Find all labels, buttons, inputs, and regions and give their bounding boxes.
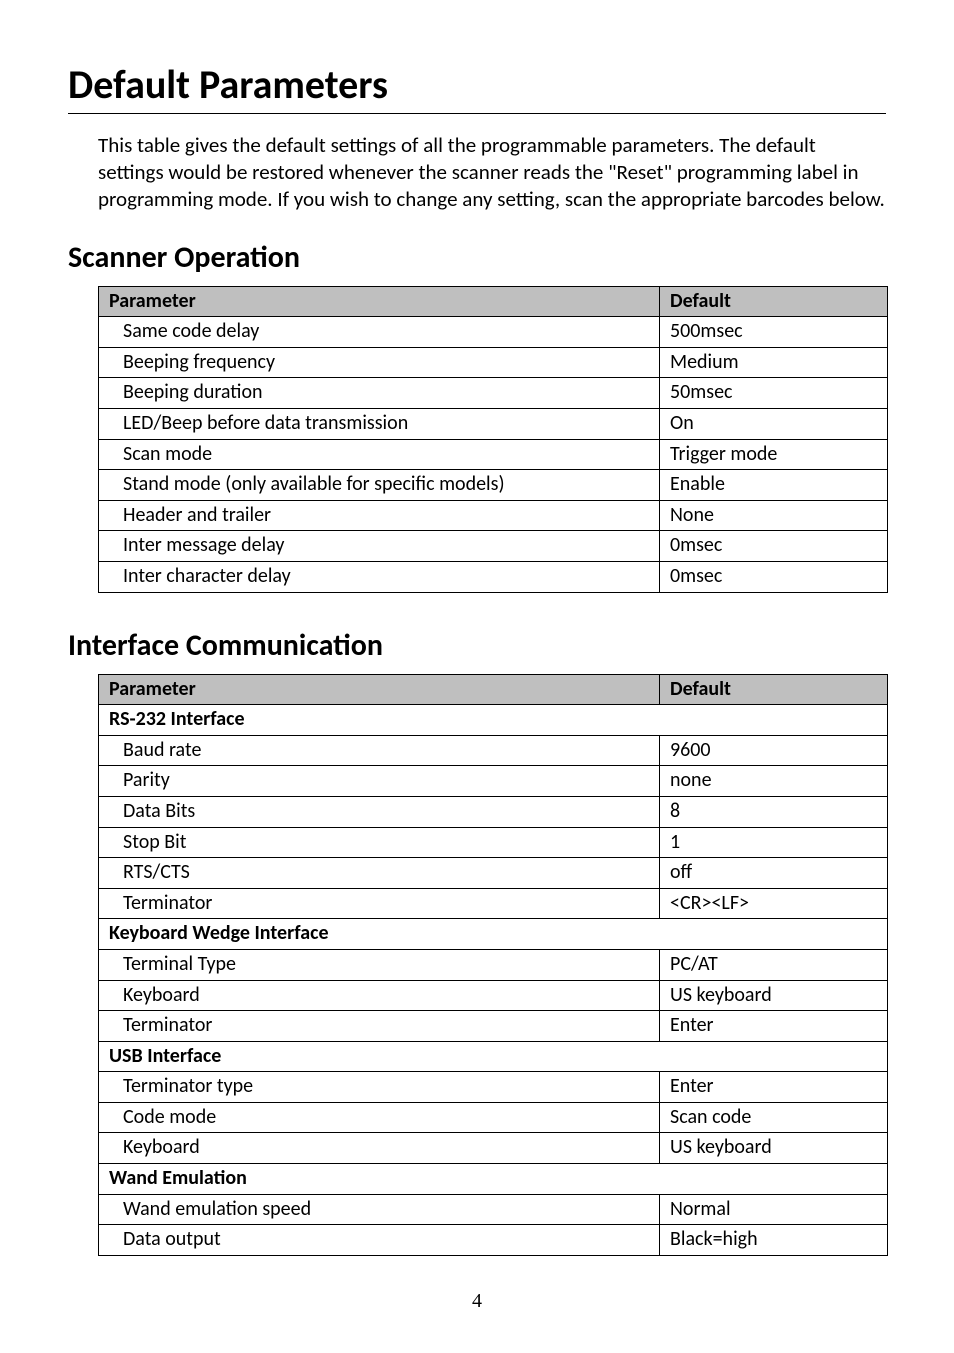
table-row: KeyboardUS keyboard bbox=[99, 1133, 888, 1164]
cell-default: 0msec bbox=[660, 531, 888, 562]
table-row: Same code delay500msec bbox=[99, 317, 888, 348]
table-interface-communication: Parameter Default RS-232 InterfaceBaud r… bbox=[98, 674, 888, 1256]
cell-parameter: Keyboard bbox=[99, 1133, 660, 1164]
table-row: Scan modeTrigger mode bbox=[99, 439, 888, 470]
table-row: Code modeScan code bbox=[99, 1102, 888, 1133]
cell-parameter: Keyboard bbox=[99, 980, 660, 1011]
cell-default: Medium bbox=[660, 347, 888, 378]
cell-parameter: Data Bits bbox=[99, 796, 660, 827]
cell-parameter: Same code delay bbox=[99, 317, 660, 348]
table-row: Terminal TypePC/AT bbox=[99, 949, 888, 980]
cell-default: PC/AT bbox=[660, 949, 888, 980]
cell-default: Enable bbox=[660, 470, 888, 501]
cell-parameter: Header and trailer bbox=[99, 500, 660, 531]
cell-parameter: Terminal Type bbox=[99, 949, 660, 980]
table-row: LED/Beep before data transmissionOn bbox=[99, 409, 888, 440]
cell-parameter: Inter message delay bbox=[99, 531, 660, 562]
table-row: KeyboardUS keyboard bbox=[99, 980, 888, 1011]
cell-parameter: Beeping frequency bbox=[99, 347, 660, 378]
cell-default: 1 bbox=[660, 827, 888, 858]
table-row: Data Bits8 bbox=[99, 796, 888, 827]
table-subheading: Wand Emulation bbox=[99, 1164, 888, 1195]
col-header-default: Default bbox=[660, 286, 888, 317]
cell-default: Enter bbox=[660, 1011, 888, 1042]
document-page: Default Parameters This table gives the … bbox=[0, 0, 954, 1353]
cell-default: US keyboard bbox=[660, 980, 888, 1011]
cell-default: Trigger mode bbox=[660, 439, 888, 470]
table-row: Data outputBlack=high bbox=[99, 1225, 888, 1256]
cell-parameter: Data output bbox=[99, 1225, 660, 1256]
table-row: Inter message delay0msec bbox=[99, 531, 888, 562]
cell-default: Scan code bbox=[660, 1102, 888, 1133]
cell-default: 50msec bbox=[660, 378, 888, 409]
cell-default: 8 bbox=[660, 796, 888, 827]
cell-default: 0msec bbox=[660, 561, 888, 592]
cell-parameter: Parity bbox=[99, 766, 660, 797]
intro-paragraph: This table gives the default settings of… bbox=[98, 132, 886, 213]
cell-parameter: RTS/CTS bbox=[99, 858, 660, 889]
table-row: USB Interface bbox=[99, 1041, 888, 1072]
table-row: Stand mode (only available for specific … bbox=[99, 470, 888, 501]
table-row: RS-232 Interface bbox=[99, 705, 888, 736]
cell-default: off bbox=[660, 858, 888, 889]
page-title: Default Parameters bbox=[68, 60, 886, 109]
cell-default: <CR><LF> bbox=[660, 888, 888, 919]
cell-default: 9600 bbox=[660, 735, 888, 766]
col-header-parameter: Parameter bbox=[99, 674, 660, 705]
table-row: RTS/CTSoff bbox=[99, 858, 888, 889]
cell-parameter: Terminator type bbox=[99, 1072, 660, 1103]
cell-parameter: Inter character delay bbox=[99, 561, 660, 592]
cell-default: None bbox=[660, 500, 888, 531]
table-row: Terminator<CR><LF> bbox=[99, 888, 888, 919]
table-row: Wand Emulation bbox=[99, 1164, 888, 1195]
col-header-parameter: Parameter bbox=[99, 286, 660, 317]
cell-default: 500msec bbox=[660, 317, 888, 348]
cell-parameter: Terminator bbox=[99, 1011, 660, 1042]
table-row: Wand emulation speedNormal bbox=[99, 1194, 888, 1225]
table-row: Beeping duration50msec bbox=[99, 378, 888, 409]
cell-default: Black=high bbox=[660, 1225, 888, 1256]
section-heading-interface-communication: Interface Communication bbox=[68, 627, 886, 664]
cell-default: On bbox=[660, 409, 888, 440]
table-subheading: Keyboard Wedge Interface bbox=[99, 919, 888, 950]
cell-default: Normal bbox=[660, 1194, 888, 1225]
table-subheading: RS-232 Interface bbox=[99, 705, 888, 736]
table-row: Paritynone bbox=[99, 766, 888, 797]
cell-parameter: Stand mode (only available for specific … bbox=[99, 470, 660, 501]
table-scanner-operation: Parameter Default Same code delay500msec… bbox=[98, 286, 888, 593]
cell-parameter: Terminator bbox=[99, 888, 660, 919]
table-wrap-interface-communication: Parameter Default RS-232 InterfaceBaud r… bbox=[98, 674, 886, 1256]
table-wrap-scanner-operation: Parameter Default Same code delay500msec… bbox=[98, 286, 886, 593]
cell-parameter: Wand emulation speed bbox=[99, 1194, 660, 1225]
cell-parameter: Code mode bbox=[99, 1102, 660, 1133]
table-row: Keyboard Wedge Interface bbox=[99, 919, 888, 950]
cell-default: US keyboard bbox=[660, 1133, 888, 1164]
title-rule bbox=[68, 113, 886, 114]
section-heading-scanner-operation: Scanner Operation bbox=[68, 239, 886, 276]
table-header-row: Parameter Default bbox=[99, 674, 888, 705]
cell-default: none bbox=[660, 766, 888, 797]
table-row: Beeping frequencyMedium bbox=[99, 347, 888, 378]
table-row: Terminator typeEnter bbox=[99, 1072, 888, 1103]
cell-parameter: Baud rate bbox=[99, 735, 660, 766]
cell-parameter: Beeping duration bbox=[99, 378, 660, 409]
table-row: Inter character delay0msec bbox=[99, 561, 888, 592]
cell-default: Enter bbox=[660, 1072, 888, 1103]
cell-parameter: Stop Bit bbox=[99, 827, 660, 858]
cell-parameter: LED/Beep before data transmission bbox=[99, 409, 660, 440]
page-number: 4 bbox=[68, 1290, 886, 1313]
table-row: Stop Bit1 bbox=[99, 827, 888, 858]
table-header-row: Parameter Default bbox=[99, 286, 888, 317]
table-row: Header and trailerNone bbox=[99, 500, 888, 531]
table-row: TerminatorEnter bbox=[99, 1011, 888, 1042]
cell-parameter: Scan mode bbox=[99, 439, 660, 470]
table-row: Baud rate9600 bbox=[99, 735, 888, 766]
col-header-default: Default bbox=[660, 674, 888, 705]
table-subheading: USB Interface bbox=[99, 1041, 888, 1072]
